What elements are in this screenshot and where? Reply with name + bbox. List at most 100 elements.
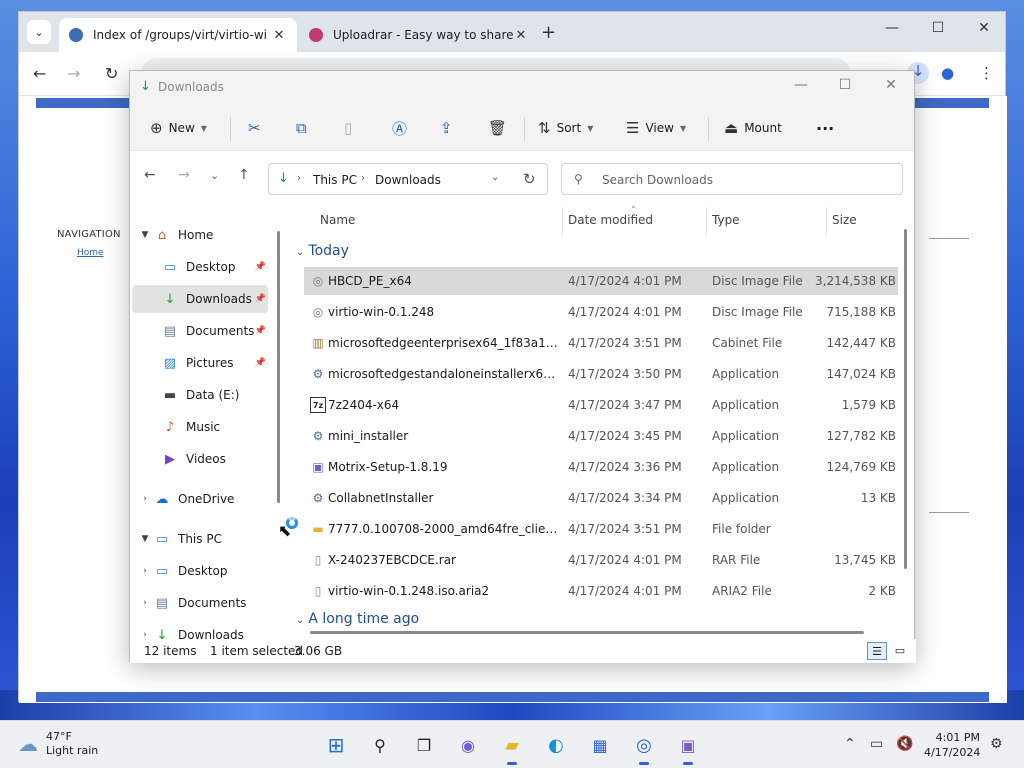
group-header-older[interactable]: ⌄ A long time ago [296,611,419,627]
weather-widget[interactable]: ☁ 47°F Light rain [18,730,98,758]
nav-link-home[interactable]: Home [77,248,104,258]
sidebar-item-music[interactable]: ♪ Music [132,413,268,441]
volume-icon[interactable]: 🔇 [896,736,913,752]
search-icon[interactable]: ⚲ [366,731,394,759]
expand-chevron-icon[interactable]: › [138,494,152,504]
view-button[interactable]: ☰ View ▼ [626,115,686,141]
sidebar-item-documents[interactable]: ▤ Documents 📌 [132,317,268,345]
column-separator[interactable] [562,207,563,235]
reload-icon[interactable]: ↻ [105,64,118,83]
sidebar-scrollbar[interactable] [277,231,280,503]
share-button[interactable]: ⇪ [440,115,459,141]
chrome-browser-icon[interactable]: ◎ [630,731,658,765]
refresh-icon[interactable]: ↻ [523,170,536,188]
profile-icon[interactable]: ● [941,64,954,82]
chevron-down-icon[interactable]: ⌄ [491,172,499,183]
sidebar-item-desktop[interactable]: ▭ Desktop 📌 [132,253,268,281]
browser-tab-uploadrar[interactable]: Uploadrar - Easy way to share y ✕ [299,18,539,52]
horizontal-scrollbar[interactable] [310,631,864,634]
edge-browser-icon[interactable]: ◐ [542,731,570,759]
sidebar-item-label: Downloads [186,292,252,306]
file-row[interactable]: ◎ HBCD_PE_x64 4/17/2024 4:01 PM Disc Image … [304,267,898,295]
mount-button[interactable]: ⏏ Mount [724,115,782,141]
sidebar-item-downloads[interactable]: › ↓ Downloads [132,621,268,640]
task-view-icon[interactable]: ❐ [410,731,438,759]
expand-chevron-icon[interactable]: › [138,566,152,576]
back-icon[interactable]: ← [144,167,156,183]
address-bar[interactable]: ↓ › This PC › Downloads ⌄ ↻ [268,163,548,195]
new-button[interactable]: ⊕ New ▼ [150,115,207,141]
file-row[interactable]: ⚙ microsoftedgestandaloneinstallerx64_1c8… [304,360,898,388]
sidebar-item-pictures[interactable]: ▨ Pictures 📌 [132,349,268,377]
sort-button[interactable]: ⇅ Sort ▼ [538,115,593,141]
file-explorer-icon[interactable]: ▰ [498,731,526,765]
close-icon[interactable]: ✕ [969,20,999,36]
close-tab-icon[interactable]: ✕ [513,28,529,43]
file-row[interactable]: ⚙ CollabnetInstaller 4/17/2024 3:34 PM Appl… [304,484,898,512]
minimize-icon[interactable]: — [877,20,907,36]
menu-icon[interactable]: ⋮ [979,64,994,82]
chat-icon[interactable]: ◉ [454,731,482,759]
column-header-type[interactable]: Type [712,213,740,227]
close-icon[interactable]: ✕ [876,77,906,93]
breadcrumb-this-pc[interactable]: This PC [313,173,357,187]
file-row[interactable]: ◎ virtio-win-0.1.248 4/17/2024 4:01 PM Disc… [304,298,898,326]
details-view-icon[interactable]: ☰ [867,642,887,660]
column-header-date[interactable]: Date modified [568,213,653,227]
sidebar-item-documents[interactable]: › ▤ Documents [132,589,268,617]
forward-icon[interactable]: → [67,64,80,83]
show-hidden-icons-icon[interactable]: ⌃ [844,736,856,752]
search-box[interactable]: ⚲ Search Downloads [561,163,903,195]
file-row[interactable]: ▥ microsoftedgeenterprisex64_1f83a194c19.… [304,329,898,357]
file-row[interactable]: ⚙ mini_installer 4/17/2024 3:45 PM Applicat… [304,422,898,450]
column-separator[interactable] [706,207,707,235]
delete-button[interactable]: 🗑 [488,115,513,141]
breadcrumb-downloads[interactable]: Downloads [375,173,441,187]
expand-chevron-icon[interactable]: › [138,630,152,639]
column-header-size[interactable]: Size [832,213,857,227]
rename-button[interactable]: Ⓐ [392,115,413,141]
vertical-scrollbar[interactable] [904,229,907,569]
column-separator[interactable] [826,207,827,235]
new-tab-button[interactable]: + [541,22,556,43]
browser-tab-index[interactable]: Index of /groups/virt/virtio-wi ✕ [59,18,297,52]
sidebar-item-desktop[interactable]: › ▭ Desktop [132,557,268,585]
column-header-name[interactable]: Name [320,213,355,227]
back-icon[interactable]: ← [33,64,46,83]
recent-locations-icon[interactable]: ⌄ [210,169,219,182]
system-clock[interactable]: 4:01 PM 4/17/2024 [924,730,980,760]
sidebar-item-onedrive[interactable]: › ☁ OneDrive [132,485,268,513]
close-tab-icon[interactable]: ✕ [271,28,287,43]
expand-chevron-icon[interactable]: ▼ [138,230,152,240]
file-row[interactable]: 7z 7z2404-x64 4/17/2024 3:47 PM Application… [304,391,898,419]
up-icon[interactable]: ↑ [238,167,250,183]
forward-icon[interactable]: → [178,167,190,183]
sidebar-item-downloads[interactable]: ↓ Downloads 📌 [132,285,268,313]
file-row[interactable]: ▯ virtio-win-0.1.248.iso.aria2 4/17/2024 4… [304,577,898,605]
maximize-icon[interactable]: ☐ [830,77,860,93]
network-icon[interactable]: ▭ [870,736,883,752]
maximize-icon[interactable]: ☐ [923,20,953,36]
motrix-icon[interactable]: ▣ [674,731,702,765]
cut-button[interactable]: ✂ [248,115,267,141]
tab-search-button[interactable]: ⌄ [27,20,51,44]
minimize-icon[interactable]: — [786,77,816,93]
file-row[interactable]: ▬ 7777.0.100708-2000_amd64fre_client_en-.… [304,515,898,543]
file-row[interactable]: ▯ X-240237EBCDCE.rar 4/17/2024 4:01 PM RAR … [304,546,898,574]
notifications-icon[interactable]: ⚙ [990,736,1003,752]
tiles-view-icon[interactable]: ▭ [890,642,910,660]
sidebar-item-videos[interactable]: ▶ Videos [132,445,268,473]
group-header-today[interactable]: ⌄ Today [296,243,349,259]
more-options-button[interactable]: ··· [816,115,834,141]
expand-chevron-icon[interactable]: › [138,598,152,608]
copy-button[interactable]: ⧉ [296,115,313,141]
start-windows-icon[interactable]: ⊞ [322,731,350,759]
sidebar-item-data-e[interactable]: ▬ Data (E:) [132,381,268,409]
expand-chevron-icon[interactable]: ▼ [138,534,152,544]
file-row[interactable]: ▣ Motrix-Setup-1.8.19 4/17/2024 3:36 PM App… [304,453,898,481]
store-icon[interactable]: ▦ [586,731,614,759]
paste-button[interactable]: ▯ [344,115,358,141]
sidebar-item-home[interactable]: ▼ ⌂ Home [132,221,268,249]
browser-tab-bar: ⌄ Index of /groups/virt/virtio-wi ✕ Uplo… [19,12,1005,52]
sidebar-item-this-pc[interactable]: ▼ ▭ This PC [132,525,268,553]
